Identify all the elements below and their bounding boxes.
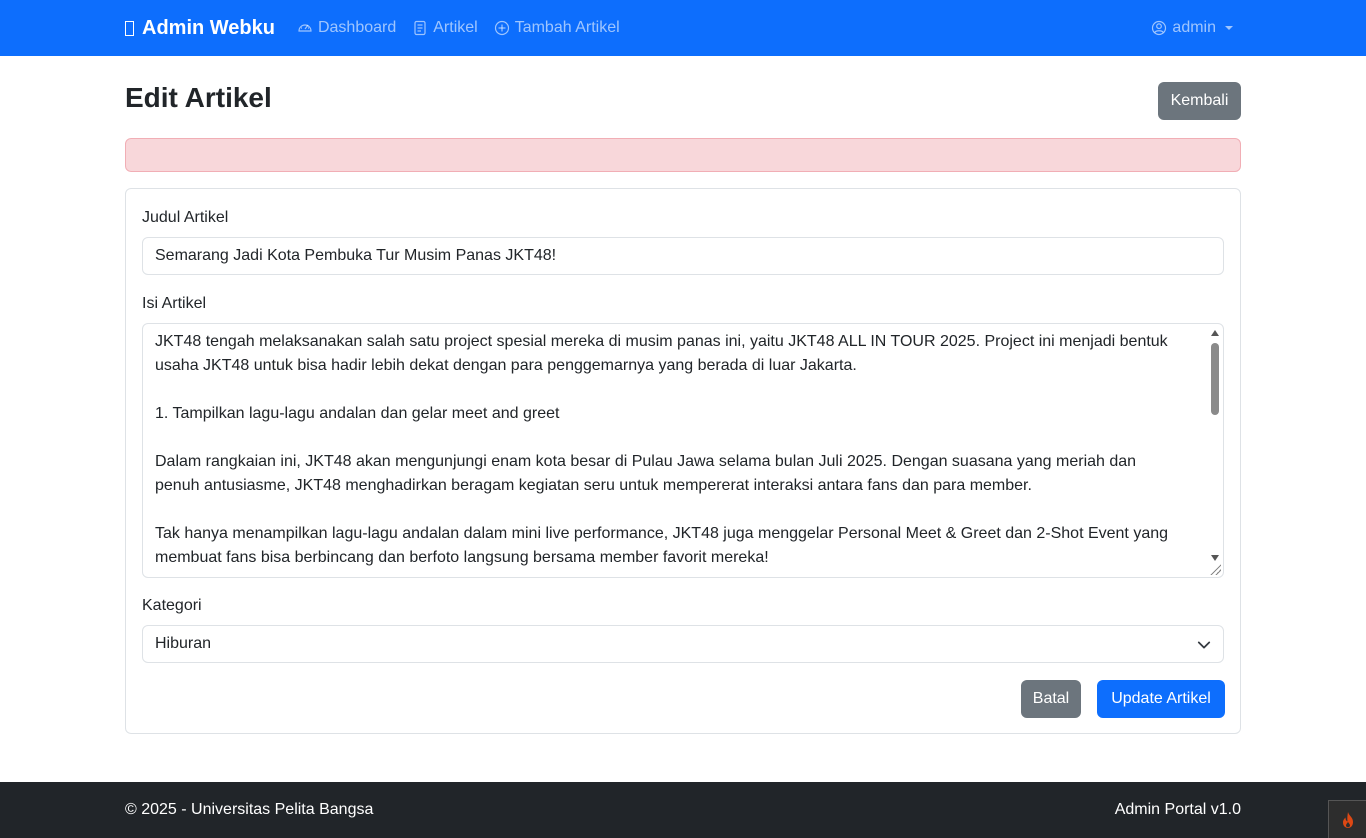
title-label: Judul Artikel	[142, 209, 229, 226]
edit-article-form: Judul Artikel Semarang Jadi Kota Pembuka…	[125, 188, 1241, 734]
brand-label: Admin Webku	[142, 16, 275, 39]
user-menu[interactable]: admin	[1151, 0, 1233, 56]
textarea-scrollbar[interactable]	[1208, 325, 1222, 563]
nav-link-dashboard[interactable]: Dashboard	[297, 19, 396, 37]
content-textarea-value: JKT48 tengah melaksanakan salah satu pro…	[155, 333, 1169, 566]
cancel-button[interactable]: Batal	[1021, 680, 1081, 718]
category-label: Kategori	[142, 597, 202, 614]
alert-box	[125, 138, 1241, 172]
navbar: Admin Webku Dashboard Artikel Tambah Art…	[0, 0, 1366, 56]
nav-link-tambah-artikel[interactable]: Tambah Artikel	[494, 19, 620, 37]
chevron-down-icon	[1197, 641, 1211, 649]
title-input-value: Semarang Jadi Kota Pembuka Tur Musim Pan…	[155, 247, 557, 264]
scroll-down-icon[interactable]	[1211, 555, 1219, 561]
flame-icon	[1342, 811, 1353, 828]
brand-icon	[125, 20, 134, 36]
speedometer-icon	[298, 24, 312, 32]
footer-copyright: © 2025 - Universitas Pelita Bangsa	[125, 801, 374, 818]
category-select[interactable]: Hiburan	[142, 625, 1224, 663]
nav-link-label: Artikel	[433, 19, 478, 36]
user-circle-icon	[1152, 20, 1167, 36]
nav-link-label: Dashboard	[317, 19, 397, 36]
nav-link-label: Tambah Artikel	[514, 19, 620, 36]
scroll-thumb[interactable]	[1211, 343, 1219, 415]
footer: © 2025 - Universitas Pelita Bangsa Admin…	[0, 782, 1366, 838]
page-title: Edit Artikel	[125, 82, 272, 113]
content-textarea[interactable]: JKT48 tengah melaksanakan salah satu pro…	[142, 323, 1224, 578]
footer-version: Admin Portal v1.0	[1114, 801, 1241, 818]
nav-link-artikel[interactable]: Artikel	[412, 19, 478, 37]
debug-toolbar-toggle[interactable]	[1328, 800, 1366, 838]
category-select-value: Hiburan	[155, 635, 212, 652]
user-name: admin	[1172, 19, 1216, 36]
back-button[interactable]: Kembali	[1158, 82, 1241, 120]
nav-links: Dashboard Artikel Tambah Artikel	[297, 19, 620, 37]
plus-circle-icon	[494, 20, 509, 36]
content-label: Isi Artikel	[142, 295, 207, 312]
scroll-up-icon[interactable]	[1211, 330, 1219, 336]
brand[interactable]: Admin Webku	[125, 17, 275, 40]
update-article-button[interactable]: Update Artikel	[1097, 680, 1225, 718]
resize-grip-icon[interactable]	[1209, 563, 1221, 575]
caret-down-icon	[1225, 26, 1233, 30]
document-icon	[414, 20, 426, 36]
title-input[interactable]: Semarang Jadi Kota Pembuka Tur Musim Pan…	[142, 237, 1224, 275]
